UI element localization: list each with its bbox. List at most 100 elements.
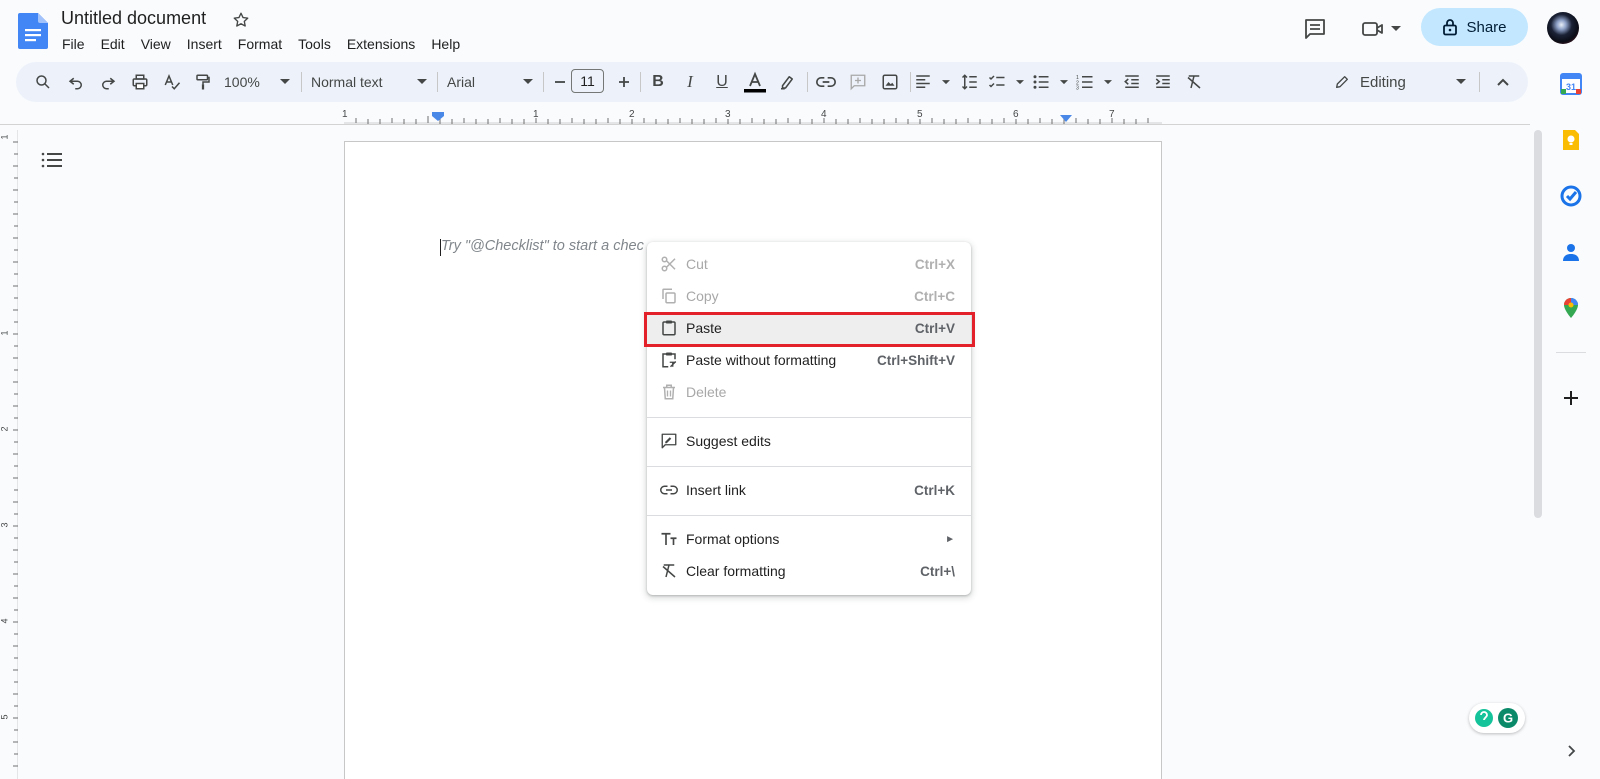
maps-icon[interactable] (1559, 296, 1583, 320)
menu-item-insert-link[interactable]: Insert link Ctrl+K (647, 474, 971, 506)
paste-plain-icon (660, 351, 678, 369)
increase-font-size-icon[interactable] (612, 70, 636, 94)
meet-button[interactable] (1355, 14, 1403, 44)
undo-icon[interactable] (64, 70, 88, 94)
ruler-label: 5 (0, 714, 10, 720)
menu-item-label: Clear formatting (686, 563, 786, 579)
ruler-label: 7 (1109, 109, 1115, 120)
chevron-right-icon[interactable] (1562, 742, 1580, 760)
toolbar: 100% Normal text Arial B I U 123 Editing (16, 62, 1528, 102)
menu-item-cut[interactable]: Cut Ctrl+X (647, 248, 971, 280)
menu-edit[interactable]: Edit (93, 33, 133, 55)
calendar-icon[interactable]: 31 (1559, 72, 1583, 96)
document-title[interactable]: Untitled document (61, 8, 206, 29)
numbered-list-select[interactable]: 123 (1076, 70, 1112, 94)
numbered-list-icon: 123 (1076, 73, 1094, 91)
font-family-select[interactable]: Arial (447, 70, 533, 94)
keep-icon[interactable] (1559, 128, 1583, 152)
menu-extensions[interactable]: Extensions (339, 33, 423, 55)
grammarly-widget[interactable]: G (1469, 703, 1525, 733)
svg-text:3: 3 (1076, 86, 1079, 92)
checklist-select[interactable] (988, 70, 1024, 94)
clear-formatting-icon[interactable] (1182, 70, 1206, 94)
menu-view[interactable]: View (133, 33, 179, 55)
italic-icon[interactable]: I (678, 70, 702, 94)
star-icon[interactable] (232, 11, 250, 29)
editing-mode-select[interactable]: Editing (1334, 70, 1466, 94)
menu-item-clear-formatting[interactable]: Clear formatting Ctrl+\ (647, 555, 971, 587)
suggest-edits-icon (660, 432, 678, 450)
menu-item-format-options[interactable]: Format options ► (647, 523, 971, 555)
vertical-scrollbar[interactable] (1534, 130, 1542, 518)
chevron-down-icon (1060, 79, 1068, 85)
font-size-input[interactable]: 11 (571, 69, 604, 93)
pencil-icon (1334, 74, 1350, 90)
menu-format[interactable]: Format (230, 33, 290, 55)
insert-link-icon[interactable] (814, 70, 838, 94)
align-select[interactable] (914, 70, 950, 94)
avatar[interactable] (1547, 12, 1579, 44)
bold-icon[interactable]: B (646, 70, 670, 94)
ruler-divider (0, 124, 1530, 125)
insert-image-icon[interactable] (878, 70, 902, 94)
zoom-select[interactable]: 100% (224, 70, 290, 94)
underline-icon[interactable]: U (710, 70, 734, 94)
share-button[interactable]: Share (1421, 8, 1528, 46)
ruler-label: 4 (821, 109, 827, 120)
spelling-check-icon[interactable] (160, 70, 184, 94)
checklist-icon (988, 73, 1006, 91)
decrease-font-size-icon[interactable] (548, 70, 572, 94)
bulleted-list-select[interactable] (1032, 70, 1068, 94)
line-spacing-icon[interactable] (958, 70, 982, 94)
paint-format-icon[interactable] (191, 70, 215, 94)
editing-mode-value: Editing (1360, 73, 1406, 91)
font-family-value: Arial (447, 74, 476, 90)
chevron-down-icon (1016, 79, 1024, 85)
ruler-label: 2 (629, 109, 635, 120)
document-outline-icon[interactable] (40, 148, 64, 172)
docs-logo-icon[interactable] (18, 13, 48, 49)
text-color-icon[interactable] (743, 70, 767, 94)
menu-item-shortcut: Ctrl+X (914, 256, 955, 272)
menu-separator (647, 466, 971, 467)
search-menus-icon[interactable] (31, 70, 55, 94)
chevron-down-icon (1456, 79, 1466, 85)
menu-item-label: Cut (686, 256, 708, 272)
share-label: Share (1466, 18, 1507, 36)
checklist-placeholder: Try "@Checklist" to start a chec (441, 238, 644, 254)
svg-text:31: 31 (1566, 82, 1576, 92)
scissors-icon (660, 255, 678, 273)
horizontal-ruler[interactable]: 1 1 2 3 4 5 6 7 (342, 109, 1162, 124)
submenu-arrow-icon: ► (945, 533, 955, 545)
vertical-ruler[interactable]: 1 1 2 3 4 5 (0, 130, 18, 779)
decrease-indent-icon[interactable] (1120, 70, 1144, 94)
menu-item-shortcut: Ctrl+K (914, 482, 955, 498)
menu-file[interactable]: File (54, 33, 93, 55)
menu-item-delete[interactable]: Delete (647, 376, 971, 408)
menu-item-paste-without-formatting[interactable]: Paste without formatting Ctrl+Shift+V (647, 344, 971, 376)
highlight-color-icon[interactable] (775, 70, 799, 94)
add-comment-icon[interactable] (846, 70, 870, 94)
add-addon-icon[interactable] (1559, 386, 1583, 410)
menu-insert[interactable]: Insert (179, 33, 230, 55)
menu-separator (647, 515, 971, 516)
print-icon[interactable] (128, 70, 152, 94)
redo-icon[interactable] (96, 70, 120, 94)
menu-item-copy[interactable]: Copy Ctrl+C (647, 280, 971, 312)
menu-item-suggest-edits[interactable]: Suggest edits (647, 425, 971, 457)
increase-indent-icon[interactable] (1151, 70, 1175, 94)
chevron-down-icon (280, 79, 290, 85)
trash-icon (660, 383, 678, 401)
paragraph-style-select[interactable]: Normal text (311, 70, 427, 94)
comments-icon[interactable] (1303, 17, 1327, 41)
contacts-icon[interactable] (1559, 240, 1583, 264)
menu-tools[interactable]: Tools (290, 33, 339, 55)
clear-format-icon (660, 562, 678, 580)
tasks-icon[interactable] (1559, 184, 1583, 208)
link-icon (660, 481, 678, 499)
chevron-down-icon (417, 79, 427, 85)
menu-help[interactable]: Help (423, 33, 468, 55)
collapse-toolbar-icon[interactable] (1491, 70, 1515, 94)
menu-item-label: Paste without formatting (686, 352, 837, 368)
chevron-down-icon (523, 79, 533, 85)
